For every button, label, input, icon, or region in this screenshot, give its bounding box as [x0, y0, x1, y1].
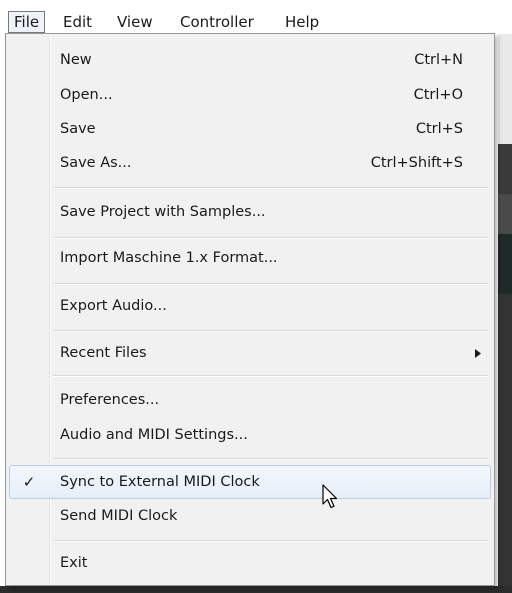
menu-item-save-as[interactable]: Save As... Ctrl+Shift+S — [9, 147, 491, 179]
menu-controller[interactable]: Controller — [175, 11, 259, 33]
file-menu-dropdown: New Ctrl+N Open... Ctrl+O Save Ctrl+S Sa… — [5, 33, 495, 586]
menu-separator — [53, 375, 488, 377]
menu-item-label: Send MIDI Clock — [60, 508, 178, 524]
menu-bar: File Edit View Controller Help — [0, 0, 512, 34]
menu-item-shortcut: Ctrl+O — [413, 87, 463, 103]
menu-item-label: Recent Files — [60, 345, 147, 361]
menu-item-send-midi-clock[interactable]: Send MIDI Clock — [9, 500, 491, 532]
menu-item-import-maschine[interactable]: Import Maschine 1.x Format... — [9, 242, 491, 274]
menu-item-label: Open... — [60, 87, 113, 103]
menu-item-label: Export Audio... — [60, 298, 167, 314]
mouse-pointer-icon — [322, 484, 338, 510]
menu-item-shortcut: Ctrl+N — [414, 52, 463, 68]
menu-item-new[interactable]: New Ctrl+N — [9, 44, 491, 76]
app-bottom-bar — [0, 586, 512, 593]
menu-item-sync-external-midi-clock[interactable]: ✓ Sync to External MIDI Clock — [9, 465, 491, 499]
menu-separator — [53, 540, 488, 542]
menu-item-save[interactable]: Save Ctrl+S — [9, 113, 491, 145]
menu-separator — [53, 283, 488, 285]
menu-item-label: Save As... — [60, 155, 132, 171]
menu-item-exit[interactable]: Exit — [9, 547, 491, 579]
menu-item-shortcut: Ctrl+S — [415, 121, 463, 137]
menu-view[interactable]: View — [112, 11, 158, 33]
menu-separator — [53, 187, 488, 189]
menu-help[interactable]: Help — [280, 11, 324, 33]
menu-item-open[interactable]: Open... Ctrl+O — [9, 79, 491, 111]
menu-item-label: Save Project with Samples... — [60, 204, 266, 220]
checkmark-icon: ✓ — [22, 473, 36, 491]
menu-file[interactable]: File — [8, 11, 46, 33]
menu-item-shortcut: Ctrl+Shift+S — [370, 155, 463, 171]
menu-item-recent-files[interactable]: Recent Files — [9, 337, 491, 369]
menu-item-label: Audio and MIDI Settings... — [60, 427, 248, 443]
menu-separator — [53, 237, 488, 239]
menu-item-label: Preferences... — [60, 392, 160, 408]
menu-item-preferences[interactable]: Preferences... — [9, 384, 491, 416]
menu-item-label: Exit — [60, 555, 88, 571]
menu-item-label: Import Maschine 1.x Format... — [60, 250, 278, 266]
menu-item-label: Save — [60, 121, 96, 137]
menu-item-save-project-with-samples[interactable]: Save Project with Samples... — [9, 196, 491, 228]
submenu-arrow-icon — [475, 337, 481, 369]
menu-separator — [53, 458, 488, 460]
menu-separator — [53, 330, 488, 332]
menu-item-audio-midi-settings[interactable]: Audio and MIDI Settings... — [9, 419, 491, 451]
menu-item-label: Sync to External MIDI Clock — [60, 474, 260, 490]
menu-edit[interactable]: Edit — [58, 11, 97, 33]
menu-item-label: New — [60, 52, 92, 68]
menu-item-export-audio[interactable]: Export Audio... — [9, 290, 491, 322]
